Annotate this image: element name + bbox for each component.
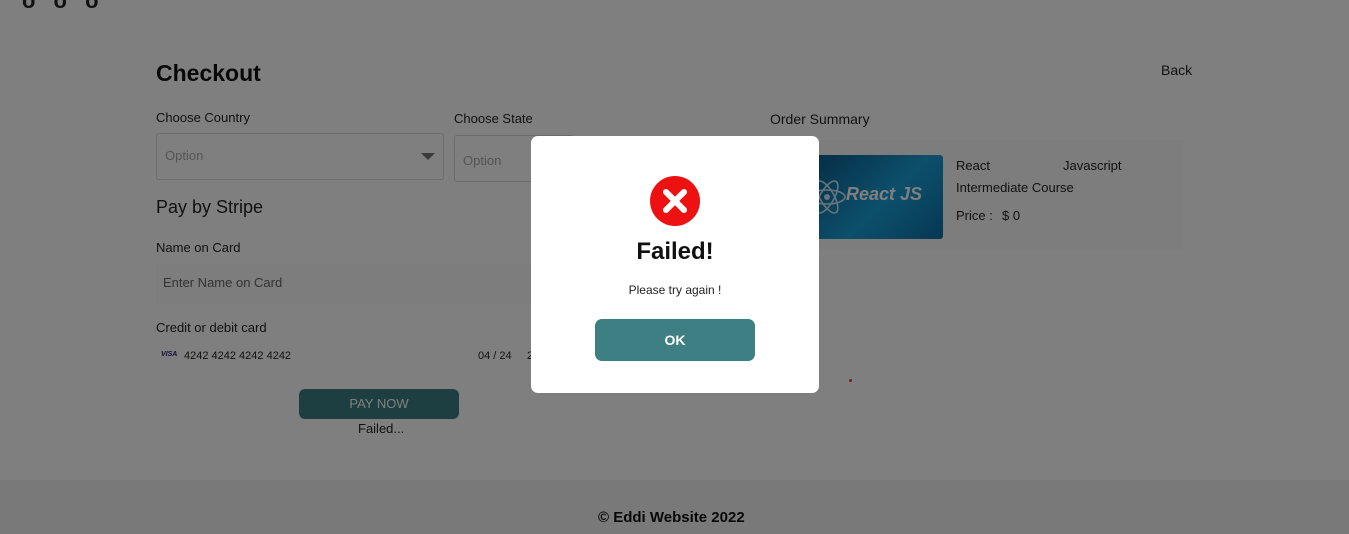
- ok-button[interactable]: OK: [595, 319, 755, 361]
- error-x-icon: [650, 176, 700, 226]
- error-modal: Failed! Please try again ! OK: [531, 136, 819, 393]
- modal-message: Please try again !: [628, 283, 722, 297]
- modal-title: Failed!: [636, 238, 714, 265]
